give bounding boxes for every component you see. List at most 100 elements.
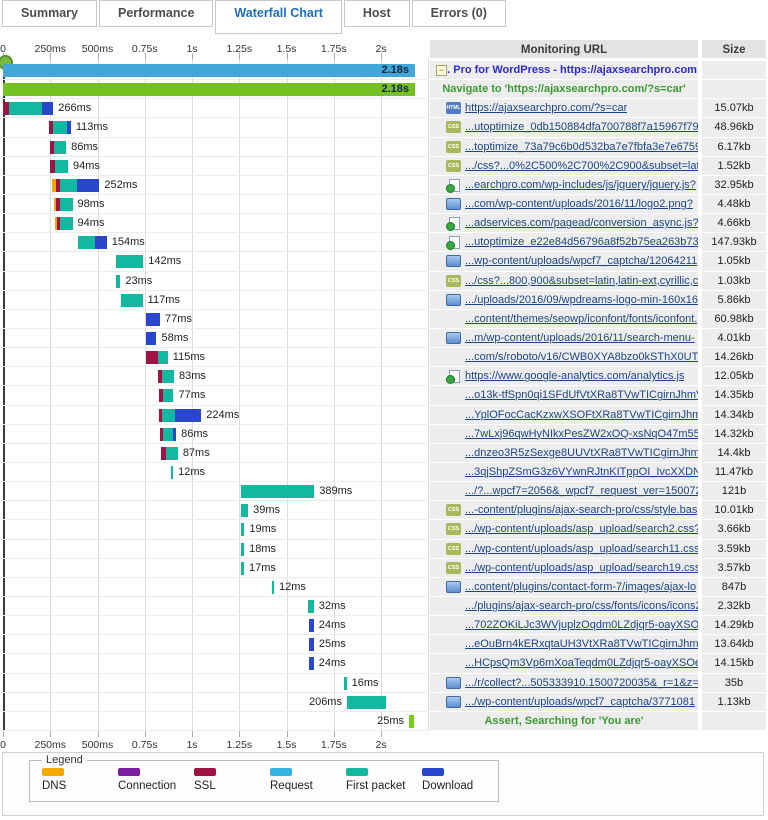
timing-row: 39ms — [0, 501, 430, 520]
size-value: 1.03kb — [702, 272, 766, 291]
url-link[interactable]: .../css?...800,900&subset=latin,latin-ex… — [465, 275, 698, 287]
size-value: 14.15kb — [702, 654, 766, 673]
tab-waterfall-chart[interactable]: Waterfall Chart — [215, 0, 341, 34]
timing-bar — [309, 619, 314, 632]
legend-label: SSL — [194, 780, 270, 792]
url-link[interactable]: .../plugins/ajax-search-pro/css/fonts/ic… — [465, 600, 698, 612]
bar-duration-label: 25ms — [377, 715, 404, 728]
url-link[interactable]: .../r/collect?...505333910.1500720035&_r… — [465, 677, 698, 689]
url-link[interactable]: .../wp-content/uploads/asp_upload/search… — [465, 523, 698, 535]
tab-errors-0[interactable]: Errors (0) — [412, 0, 506, 27]
bar-segment-first_packet — [163, 389, 174, 402]
url-link[interactable]: .../wp-content/uploads/asp_upload/search… — [465, 543, 698, 555]
timing-bar — [55, 217, 73, 230]
url-link[interactable]: ...earchpro.com/wp-includes/js/jquery/jq… — [465, 179, 696, 191]
url-cell: ...com/s/roboto/v16/CWB0XYA8bzo0kSThX0UT… — [430, 348, 698, 367]
image-file-icon — [446, 677, 461, 689]
url-link[interactable]: ...dnzeo3R5zSexge8UUVtXRa8TVwTICgirnJhmV… — [465, 447, 698, 459]
bar-duration-label: 87ms — [183, 447, 210, 460]
url-link[interactable]: ...com/s/roboto/v16/CWB0XYA8bzo0kSThX0UT… — [465, 351, 698, 363]
bar-segment-first_packet — [54, 141, 66, 154]
url-link[interactable]: ...toptimize_73a79c6b0d532ba7e7fbfa3e7e6… — [465, 141, 698, 153]
url-link[interactable]: ...o13k-tfSpn0qi1SFdUfVtXRa8TVwTICgirnJh… — [465, 389, 698, 401]
tab-host[interactable]: Host — [344, 0, 410, 27]
timing-row: 17ms — [0, 559, 430, 578]
img-icon-slot — [446, 696, 461, 708]
url-link[interactable]: ...utoptimize_0db150884dfa700788f7a15967… — [465, 121, 698, 133]
url-link[interactable]: ...wp-content/uploads/wpcf7_captcha/1206… — [465, 255, 697, 267]
bar-segment-download — [42, 102, 54, 115]
timing-bar — [344, 677, 347, 690]
timing-row: 77ms — [0, 310, 430, 329]
collapse-minus-icon[interactable]: − — [436, 65, 447, 76]
url-cell: ...m/wp-content/uploads/2016/11/search-m… — [430, 329, 698, 348]
css-icon-slot: CSS — [446, 504, 461, 516]
bar-segment-first_packet — [241, 543, 244, 556]
axis-bottom-tickmark — [192, 731, 193, 737]
url-link[interactable]: ...-content/plugins/ajax-search-pro/css/… — [465, 504, 697, 516]
bar-segment-first_packet — [78, 236, 95, 249]
url-link[interactable]: ...eOuBrn4kERxqtaUH3VtXRa8TVwTICgirnJhmV… — [465, 638, 698, 650]
url-link[interactable]: ...HCpsQm3Vp6mXoaTeqdm0LZdjqr5-oayXSOefq — [465, 657, 698, 669]
bar-duration-label: 25ms — [319, 638, 346, 651]
url-link[interactable]: ...content/themes/seowp/iconfont/fonts/i… — [465, 313, 697, 325]
timing-row: 12ms — [0, 463, 430, 482]
url-link[interactable]: .../wp-content/uploads/wpcf7_captcha/377… — [465, 696, 695, 708]
legend-title: Legend — [42, 754, 87, 766]
url-link[interactable]: ...m/wp-content/uploads/2016/11/search-m… — [465, 332, 695, 344]
axis-bottom-tick-label: 500ms — [82, 739, 114, 751]
url-link[interactable]: .../uploads/2016/09/wpdreams-logo-min-16… — [465, 294, 698, 306]
url-link[interactable]: ...com/wp-content/uploads/2016/11/logo2.… — [465, 198, 693, 210]
bar-duration-label: 12ms — [178, 466, 205, 479]
url-cell: https://www.google-analytics.com/analyti… — [430, 367, 698, 386]
url-cell: CSS ...-content/plugins/ajax-search-pro/c… — [430, 501, 698, 520]
timing-bar — [3, 83, 415, 96]
url-cell: CSS.../wp-content/uploads/asp_upload/sea… — [430, 559, 698, 578]
size-value: 10.01kb — [702, 501, 766, 520]
url-cell: −... Pro for WordPress - https://ajaxsea… — [430, 61, 698, 80]
bar-segment-download — [175, 409, 201, 422]
url-link[interactable]: ...YplOFocCacKzxwXSOFtXRa8TVwTICgirnJhmV… — [465, 409, 698, 421]
size-value: 14.34kb — [702, 406, 766, 425]
url-cell: ...HCpsQm3Vp6mXoaTeqdm0LZdjqr5-oayXSOefq — [430, 654, 698, 673]
url-link[interactable]: ...7wLxj96qwHyNIkxPesZW2xOQ-xsNqO47m55D — [465, 428, 698, 440]
size-value: 121b — [702, 482, 766, 501]
timing-row: 206ms — [0, 693, 430, 712]
url-link[interactable]: https://www.google-analytics.com/analyti… — [465, 370, 684, 382]
size-value: 15.07kb — [702, 99, 766, 118]
size-value: 2.32kb — [702, 597, 766, 616]
bar-segment-first_packet — [241, 523, 245, 536]
url-link[interactable]: https://ajaxsearchpro.com/?s=car — [465, 102, 627, 114]
url-link[interactable]: ...3qjShpZSmG3z6VYwnRJtnKITppOI_IvcXXDNr… — [465, 466, 698, 478]
size-value: 14.35kb — [702, 386, 766, 405]
timing-bar — [159, 409, 201, 422]
url-link[interactable]: ...content/plugins/contact-form-7/images… — [465, 581, 696, 593]
size-value: 60.98kb — [702, 310, 766, 329]
bar-segment-request — [3, 64, 415, 77]
size-value — [702, 80, 766, 99]
root-transaction-link[interactable]: ... Pro for WordPress - https://ajaxsear… — [441, 64, 697, 76]
url-link[interactable]: ...utoptimize_e22e84d56796a8f52b75ea263b… — [465, 236, 698, 248]
url-link[interactable]: ...702ZOKiLJc3WVjuplzOqdm0LZdjqr5-oayXSO… — [465, 619, 698, 631]
url-link[interactable]: .../css?...0%2C500%2C700%2C900&subset=la… — [465, 160, 698, 172]
tab-performance[interactable]: Performance — [99, 0, 213, 27]
bar-duration-label: 77ms — [178, 389, 205, 402]
bar-duration-label: 16ms — [352, 677, 379, 690]
no-icon — [446, 600, 461, 612]
url-link[interactable]: ...adservices.com/pagead/conversion_asyn… — [465, 217, 698, 229]
bar-segment-first_packet — [166, 447, 178, 460]
timing-row: 115ms — [0, 348, 430, 367]
url-link[interactable]: .../wp-content/uploads/asp_upload/search… — [465, 562, 698, 574]
size-value: 5.86kb — [702, 291, 766, 310]
timing-row: 154ms — [0, 233, 430, 252]
url-cell: CSS...toptimize_73a79c6b0d532ba7e7fbfa3e… — [430, 138, 698, 157]
tab-summary[interactable]: Summary — [2, 0, 97, 27]
timing-bar — [241, 523, 245, 536]
url-link[interactable]: .../?...wpcf7=2056&_wpcf7_request_ver=15… — [465, 485, 698, 497]
size-value: 12.05kb — [702, 367, 766, 386]
timing-row: 83ms — [0, 367, 430, 386]
bar-duration-label: 39ms — [253, 504, 280, 517]
axis-bottom-tick-label: 250ms — [34, 739, 66, 751]
legend-label: DNS — [42, 780, 118, 792]
axis-bottom-tick-label: 1.25s — [226, 739, 252, 751]
